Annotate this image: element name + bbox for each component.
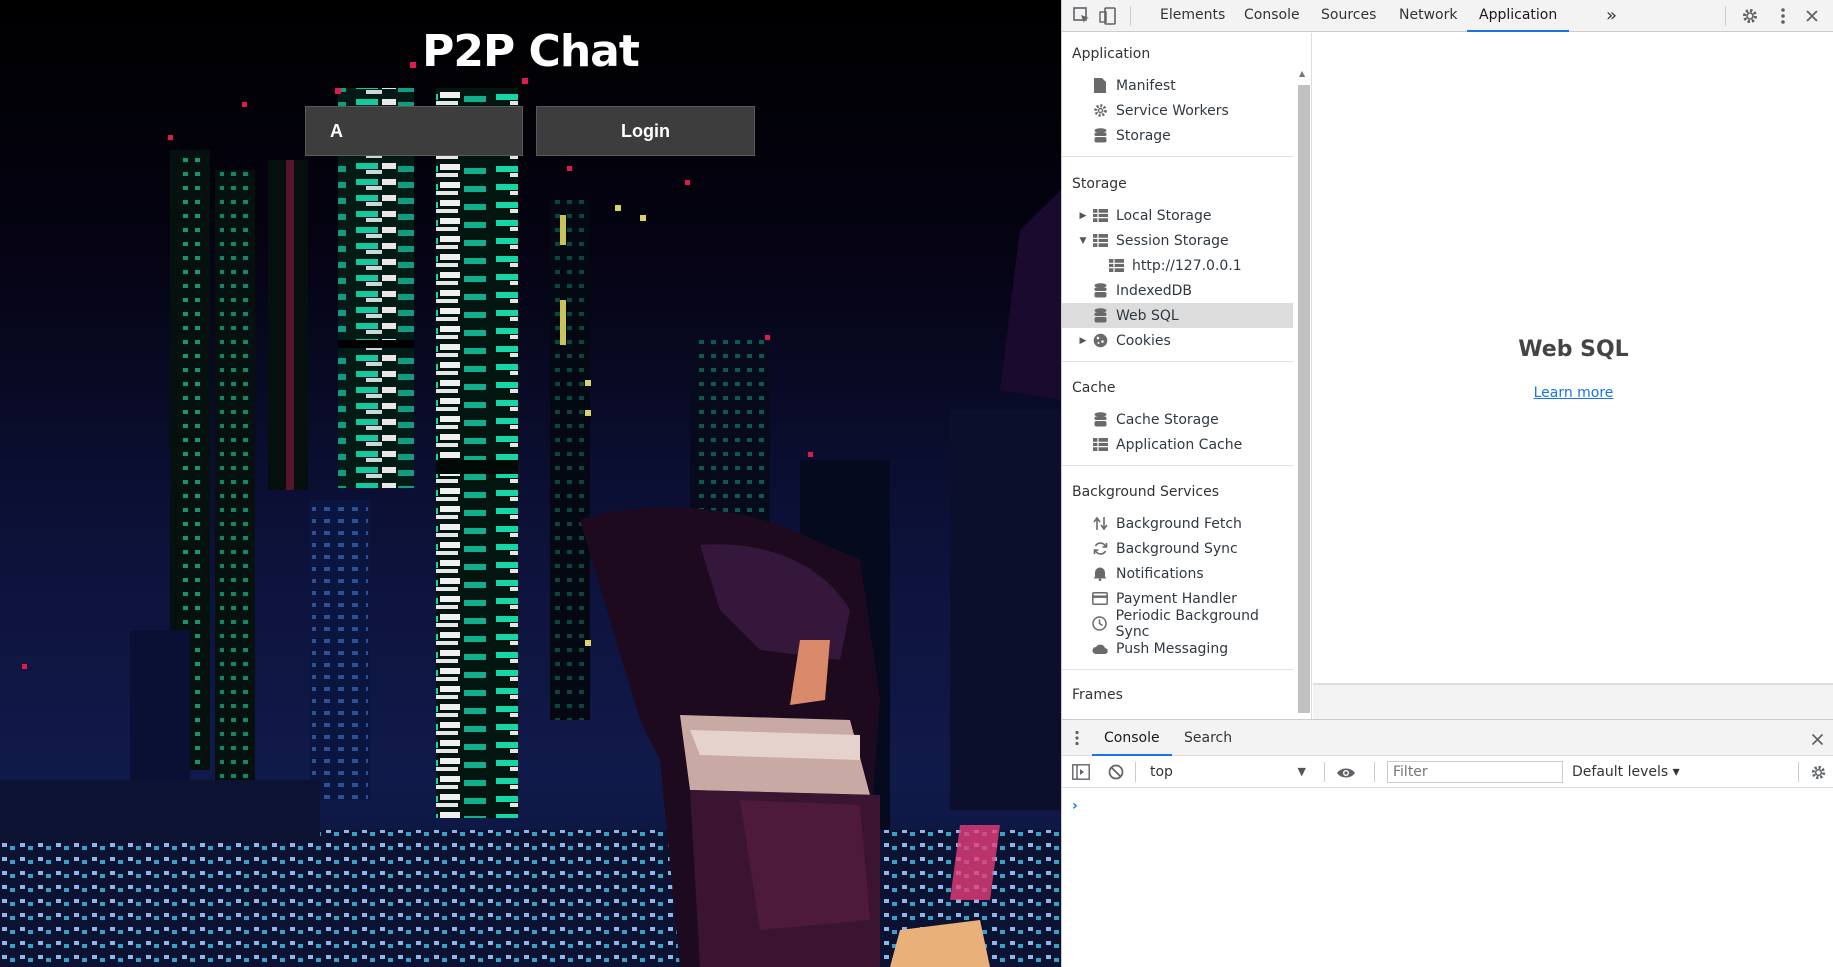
sidebar-item-background-sync[interactable]: Background Sync: [1062, 536, 1293, 561]
sync-icon: [1092, 541, 1108, 557]
pixel-city-background: [0, 0, 1061, 967]
cloud-icon: [1092, 641, 1108, 657]
login-button[interactable]: Login: [536, 106, 755, 156]
sidebar-item-push-messaging[interactable]: Push Messaging: [1062, 636, 1293, 661]
page-title: P2P Chat: [422, 26, 640, 77]
collapse-arrow-icon[interactable]: ▼: [1078, 236, 1088, 246]
arrows-updown-icon: [1092, 516, 1108, 532]
database-icon: [1092, 308, 1108, 324]
web-page: P2P Chat Login: [0, 0, 1061, 967]
username-input[interactable]: [305, 106, 523, 156]
scrollbar-thumb[interactable]: [1298, 85, 1310, 713]
scroll-up-arrow-icon[interactable]: ▲: [1299, 69, 1305, 78]
sidebar-item-cookies[interactable]: ▶ Cookies: [1062, 328, 1293, 353]
drawer-tab-search[interactable]: Search: [1172, 720, 1244, 756]
clear-console-icon[interactable]: [1108, 764, 1124, 784]
learn-more-link[interactable]: Learn more: [1313, 385, 1833, 401]
drawer-tab-bar: Console Search: [1062, 720, 1833, 756]
close-drawer-icon[interactable]: [1811, 731, 1824, 750]
panel-title: Web SQL: [1518, 337, 1629, 362]
grid-icon: [1092, 208, 1108, 224]
expand-arrow-icon[interactable]: ▶: [1078, 336, 1088, 346]
sidebar-item-web-sql[interactable]: Web SQL: [1062, 303, 1293, 328]
drawer-tab-console[interactable]: Console: [1092, 720, 1172, 756]
more-tabs-icon[interactable]: »: [1594, 0, 1629, 32]
tab-application[interactable]: Application: [1467, 0, 1570, 32]
console-drawer: Console Search top ▼ Default: [1062, 719, 1833, 967]
devtools-panel: Elements Console Sources Network Applica…: [1061, 0, 1833, 967]
sidebar-item-session-storage[interactable]: ▼ Session Storage: [1062, 228, 1293, 253]
sidebar-toggle-icon[interactable]: [1072, 764, 1090, 784]
tab-network[interactable]: Network: [1387, 0, 1469, 32]
cookie-icon: [1092, 333, 1108, 349]
database-icon: [1092, 412, 1108, 428]
sidebar-item-notifications[interactable]: Notifications: [1062, 561, 1293, 586]
live-expression-eye-icon[interactable]: [1336, 765, 1356, 784]
sidebar-item-storage[interactable]: Storage: [1062, 123, 1293, 148]
section-heading-cache: Cache: [1072, 380, 1116, 396]
sidebar-item-cache-storage[interactable]: Cache Storage: [1062, 407, 1293, 432]
tab-elements[interactable]: Elements: [1148, 0, 1237, 32]
application-sidebar: Application Manifest Service Workers Sto…: [1062, 33, 1312, 719]
section-heading-storage: Storage: [1072, 176, 1127, 192]
grid-icon: [1092, 437, 1108, 453]
dropdown-caret-icon: ▼: [1297, 765, 1306, 778]
console-prompt[interactable]: ›: [1072, 798, 1078, 814]
section-heading-background-services: Background Services: [1072, 484, 1220, 500]
log-levels-dropdown[interactable]: Default levels ▾: [1572, 762, 1680, 782]
drawer-menu-icon[interactable]: [1074, 730, 1080, 750]
inspect-element-icon[interactable]: [1072, 6, 1092, 26]
section-heading-frames: Frames: [1072, 687, 1123, 703]
sidebar-item-application-cache[interactable]: Application Cache: [1062, 432, 1293, 457]
grid-icon: [1092, 233, 1108, 249]
sidebar-item-service-workers[interactable]: Service Workers: [1062, 98, 1293, 123]
file-icon: [1092, 78, 1108, 94]
settings-gear-icon[interactable]: [1740, 6, 1760, 26]
web-sql-panel: Web SQL Learn more: [1313, 33, 1833, 684]
devtools-toolbar: Elements Console Sources Network Applica…: [1062, 0, 1833, 32]
device-toolbar-icon[interactable]: [1098, 6, 1118, 26]
gear-icon: [1092, 103, 1108, 119]
console-settings-gear-icon[interactable]: [1810, 764, 1827, 785]
grid-icon: [1108, 258, 1124, 274]
more-options-icon[interactable]: [1773, 6, 1793, 26]
close-devtools-icon[interactable]: [1802, 6, 1822, 26]
sidebar-item-local-storage[interactable]: ▶ Local Storage: [1062, 203, 1293, 228]
tab-sources[interactable]: Sources: [1309, 0, 1388, 32]
database-icon: [1092, 283, 1108, 299]
console-toolbar: top ▼ Default levels ▾: [1062, 756, 1833, 788]
sidebar-scrollbar[interactable]: ▲ ▼: [1295, 69, 1310, 719]
sidebar-item-manifest[interactable]: Manifest: [1062, 73, 1293, 98]
expand-arrow-icon[interactable]: ▶: [1078, 211, 1088, 221]
sidebar-item-periodic-background-sync[interactable]: Periodic Background Sync: [1062, 608, 1293, 640]
tab-console[interactable]: Console: [1232, 0, 1312, 32]
context-selector[interactable]: top ▼: [1146, 762, 1310, 782]
database-icon: [1092, 128, 1108, 144]
console-filter-input[interactable]: [1387, 761, 1563, 783]
sidebar-item-background-fetch[interactable]: Background Fetch: [1062, 511, 1293, 536]
sidebar-item-indexeddb[interactable]: IndexedDB: [1062, 278, 1293, 303]
section-heading-application: Application: [1072, 46, 1151, 62]
card-icon: [1092, 591, 1108, 607]
sidebar-item-session-origin[interactable]: http://127.0.0.1: [1062, 253, 1293, 278]
clock-icon: [1092, 616, 1108, 632]
panel-footer: [1313, 684, 1833, 719]
bell-icon: [1092, 566, 1108, 582]
